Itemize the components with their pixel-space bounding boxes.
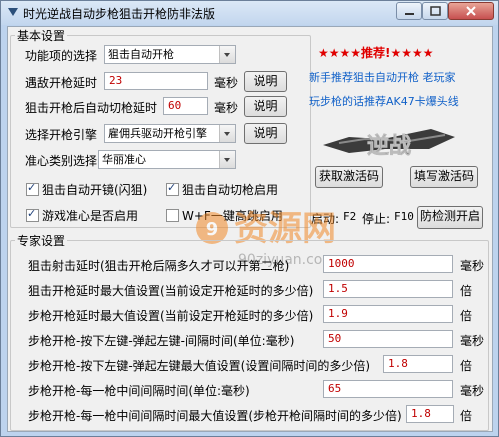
expert-row-unit: 倍 (460, 409, 473, 423)
recommend-stars: ★★★★推荐!★★★★ (318, 46, 434, 60)
expert-row-unit: 倍 (460, 284, 473, 298)
maximize-icon (430, 6, 441, 16)
fill-code-button[interactable]: 填写激活码 (410, 166, 478, 188)
start-hotkey-label: 启动: (311, 212, 340, 226)
app-icon (8, 8, 18, 16)
promo-line-2: 玩步枪的话推荐AK47卡爆头线 (309, 95, 459, 108)
auto-scope-label: 狙击自动开镜(闪狙) (42, 183, 148, 197)
expert-row-label: 狙击射击延时(狙击开枪后隔多久才可以开第二枪) (28, 259, 290, 273)
expert-row-label: 步枪开枪-按下左键-弹起左键最大值设置(设置间隔时间的多少倍) (28, 359, 371, 373)
function-label: 功能项的选择 (25, 49, 98, 63)
function-select[interactable]: 狙击自动开枪 (104, 45, 236, 64)
delay-label: 遇敌开枪延时 (25, 76, 98, 90)
get-code-button[interactable]: 获取激活码 (315, 166, 383, 188)
delay-input[interactable]: 23 (104, 72, 208, 90)
anti-detect-button[interactable]: 防检测开启 (417, 206, 483, 229)
expert-row-input[interactable]: 1000 (323, 255, 453, 273)
switch-delay-input[interactable]: 60 (163, 97, 208, 115)
delay-unit: 毫秒 (214, 76, 239, 90)
promo-panel: ★★★★推荐!★★★★ 新手推荐狙击自动开枪 老玩家 玩步枪的话推荐AK47卡爆… (309, 37, 489, 181)
expert-row-label: 步枪开枪延时最大值设置(当前设定开枪延时的多少倍) (28, 309, 314, 323)
checkbox-icon (166, 181, 179, 196)
chevron-down-icon (219, 151, 235, 168)
close-button[interactable] (448, 2, 494, 20)
close-icon (466, 6, 476, 16)
switch-delay-unit: 毫秒 (214, 101, 239, 115)
expert-row-input[interactable]: 65 (323, 380, 453, 398)
logo-text: 逆战 (367, 133, 411, 159)
expert-row-label: 步枪开枪-每一枪中间间隔时间最大值设置(步枪开枪间隔时间的多少倍) (28, 409, 402, 423)
expert-settings-legend: 专家设置 (17, 234, 66, 248)
expert-row-input[interactable]: 1.5 (323, 280, 453, 298)
expert-row-label: 狙击开枪延时最大值设置(当前设定开枪延时的多少倍) (28, 284, 314, 298)
function-select-value: 狙击自动开枪 (108, 48, 174, 61)
crosshair-enable-checkbox[interactable]: 游戏准心是否启用 (26, 207, 138, 224)
switch-delay-label: 狙击开枪后自动切枪延时 (25, 101, 158, 115)
high-jump-label: W+F一键高跳启用 (182, 209, 283, 223)
basic-settings-legend: 基本设置 (17, 29, 66, 43)
expert-row-input[interactable]: 1.9 (323, 305, 453, 323)
auto-switch-label: 狙击自动切枪启用 (182, 183, 279, 197)
explain-button-3[interactable]: 说明 (244, 123, 287, 144)
crosshair-select-value: 华丽准心 (102, 153, 146, 166)
expert-row-unit: 毫秒 (460, 259, 485, 273)
crosshair-enable-label: 游戏准心是否启用 (42, 209, 139, 223)
auto-scope-checkbox[interactable]: 狙击自动开镜(闪狙) (26, 181, 147, 198)
engine-select[interactable]: 雇佣兵驱动开枪引擎 (104, 124, 236, 143)
minimize-button[interactable] (396, 2, 422, 20)
expert-row-label: 步枪开枪-按下左键-弹起左键-间隔时间(单位:毫秒) (28, 334, 295, 348)
main-panel: 基本设置 功能项的选择 狙击自动开枪 遇敌开枪延时 23 毫秒 说明 狙击开枪后… (7, 26, 493, 432)
crosshair-label: 准心类别选择 (25, 154, 98, 168)
expert-row-label: 步枪开枪-每一枪中间间隔时间(单位:毫秒) (28, 384, 250, 398)
checkbox-icon (166, 209, 179, 222)
app-window: 时光逆战自动步枪狙击开枪防非法版 基本设置 功能项的选择 狙击自动开枪 遇敌开枪… (0, 0, 499, 437)
window-title: 时光逆战自动步枪狙击开枪防非法版 (23, 7, 216, 21)
expert-row-unit: 倍 (460, 309, 473, 323)
crosshair-select[interactable]: 华丽准心 (98, 150, 236, 169)
stop-hotkey: F10 (394, 210, 414, 223)
stop-hotkey-label: 停止: (362, 212, 391, 226)
auto-switch-checkbox[interactable]: 狙击自动切枪启用 (166, 181, 278, 198)
promo-line-1: 新手推荐狙击自动开枪 老玩家 (309, 71, 456, 84)
checkbox-icon (26, 181, 39, 196)
high-jump-checkbox[interactable]: W+F一键高跳启用 (166, 207, 283, 224)
start-hotkey: F2 (343, 210, 357, 223)
checkbox-icon (26, 207, 39, 222)
engine-label: 选择开枪引擎 (25, 128, 98, 142)
chevron-down-icon (219, 46, 235, 63)
expert-row-input[interactable]: 1.8 (383, 355, 453, 373)
expert-row-input[interactable]: 1.8 (406, 405, 454, 423)
chevron-down-icon (219, 125, 235, 142)
expert-row-unit: 毫秒 (460, 384, 485, 398)
maximize-button[interactable] (422, 2, 448, 20)
engine-select-value: 雇佣兵驱动开枪引擎 (108, 127, 207, 140)
explain-button-1[interactable]: 说明 (244, 71, 287, 92)
game-logo: 逆战 (323, 129, 455, 159)
minimize-icon (405, 13, 414, 15)
expert-row-unit: 倍 (460, 359, 473, 373)
expert-row-input[interactable]: 50 (323, 330, 453, 348)
explain-button-2[interactable]: 说明 (244, 96, 287, 117)
title-bar[interactable]: 时光逆战自动步枪狙击开枪防非法版 (1, 1, 498, 25)
expert-row-unit: 毫秒 (460, 334, 485, 348)
